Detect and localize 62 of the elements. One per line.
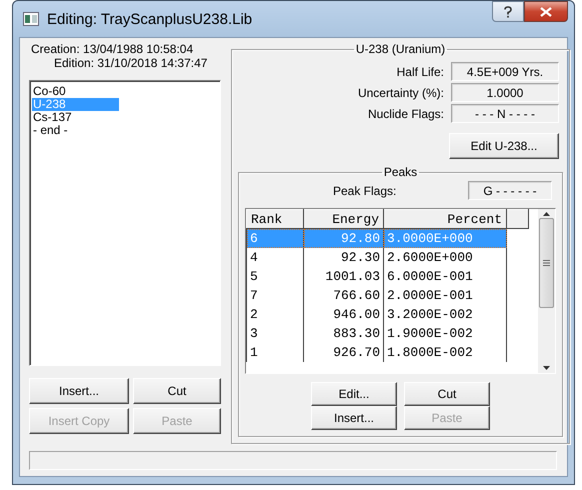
grip-icon bbox=[543, 260, 550, 266]
value-field: 4.5E+009 Yrs. bbox=[451, 62, 559, 81]
table-cell: 1001.03 bbox=[304, 267, 384, 286]
table-cell: 7 bbox=[246, 286, 304, 305]
table-cell: 1 bbox=[246, 343, 304, 362]
group-title: Peaks bbox=[382, 165, 418, 179]
table-row[interactable]: 3 883.30 1.9000E-002 bbox=[246, 324, 528, 343]
field-label: Half Life: bbox=[396, 64, 444, 78]
table-row[interactable]: 5 1001.03 6.0000E-001 bbox=[246, 267, 528, 286]
group-title: U-238 (Uranium) bbox=[354, 42, 446, 56]
button[interactable]: Cut bbox=[133, 378, 221, 404]
value-field: - - - N - - - - bbox=[451, 104, 559, 123]
table-cell: 3 bbox=[246, 324, 304, 343]
nuclide-item[interactable]: Co-60 bbox=[32, 85, 119, 98]
value-field: 1.0000 bbox=[451, 83, 559, 102]
table-cell: 3.0000E+000 bbox=[384, 228, 506, 248]
table-cell: 5 bbox=[246, 267, 304, 286]
table-cell: 92.80 bbox=[304, 228, 384, 248]
edit-nuclide-button[interactable]: Edit U-238... bbox=[449, 133, 559, 159]
scroll-up-icon[interactable] bbox=[543, 212, 550, 216]
table-cell: 6 bbox=[246, 228, 304, 248]
scroll-down-icon[interactable] bbox=[543, 366, 550, 370]
window-title: Editing: TrayScanplusU238.Lib bbox=[47, 10, 252, 28]
table-row[interactable]: 1 926.70 1.8000E-002 bbox=[246, 343, 528, 362]
column-header[interactable]: Energy bbox=[304, 210, 384, 228]
table-cell: 1.9000E-002 bbox=[384, 324, 506, 343]
button[interactable]: Insert... bbox=[311, 406, 397, 430]
button[interactable]: Insert... bbox=[29, 378, 129, 404]
close-icon bbox=[540, 6, 552, 16]
button[interactable]: Cut bbox=[404, 382, 490, 406]
table-cell: 2 bbox=[246, 305, 304, 324]
help-button[interactable] bbox=[492, 1, 524, 22]
close-button[interactable] bbox=[524, 1, 568, 22]
help-icon bbox=[504, 6, 512, 18]
table-cell: 883.30 bbox=[304, 324, 384, 343]
button[interactable]: Edit... bbox=[311, 382, 397, 406]
table-row[interactable]: 4 92.30 2.6000E+000 bbox=[246, 248, 528, 267]
table-cell: 946.00 bbox=[304, 305, 384, 324]
table-cell: 766.60 bbox=[304, 286, 384, 305]
nuclide-item[interactable]: - end - bbox=[32, 124, 119, 137]
table-cell: 92.30 bbox=[304, 248, 384, 267]
scroll-thumb[interactable] bbox=[539, 218, 554, 308]
field-label: Uncertainty (%): bbox=[358, 86, 444, 100]
table-cell: 6.0000E-001 bbox=[384, 267, 506, 286]
column-header[interactable]: Rank bbox=[246, 210, 304, 228]
creation-date: Creation: 13/04/1988 10:58:04 bbox=[30, 42, 194, 56]
table-cell: 1.8000E-002 bbox=[384, 343, 506, 362]
table-cell: 2.0000E-001 bbox=[384, 286, 506, 305]
app-icon bbox=[23, 12, 39, 26]
value-field: G - - - - - - bbox=[468, 181, 552, 200]
field-label: Peak Flags: bbox=[333, 184, 398, 198]
table-cell: 2.6000E+000 bbox=[384, 248, 506, 267]
table-cell: 4 bbox=[246, 248, 304, 267]
scrollbar[interactable] bbox=[538, 209, 555, 373]
table-cell: 926.70 bbox=[304, 343, 384, 362]
nuclide-item[interactable]: Cs-137 bbox=[32, 111, 119, 124]
field-label: Nuclide Flags: bbox=[368, 106, 444, 120]
table-row[interactable]: 2 946.00 3.2000E-002 bbox=[246, 305, 528, 324]
edition-date: Edition: 31/10/2018 14:37:47 bbox=[53, 56, 208, 70]
table-row[interactable]: 7 766.60 2.0000E-001 bbox=[246, 286, 528, 305]
column-header[interactable]: Percent bbox=[384, 210, 506, 228]
table-cell: 3.2000E-002 bbox=[384, 305, 506, 324]
